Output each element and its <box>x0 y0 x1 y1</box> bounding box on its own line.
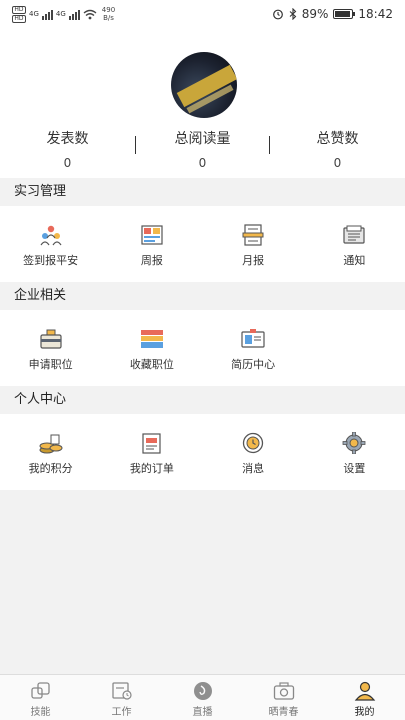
menu-item-label: 收藏职位 <box>129 358 174 371</box>
wifi-icon <box>83 9 97 19</box>
section-title-personal: 个人中心 <box>0 386 405 414</box>
menu-item-saved-jobs[interactable]: 收藏职位 <box>101 310 202 386</box>
tab-mine[interactable]: 我的 <box>324 675 405 720</box>
menu-item-orders[interactable]: 我的订单 <box>101 414 202 490</box>
menu-item-label: 通知 <box>343 254 366 267</box>
section-title-internship: 实习管理 <box>0 178 405 206</box>
clock: 18:42 <box>358 7 393 21</box>
internship-grid: 签到报平安 周报 月报 通知 <box>0 206 405 282</box>
hd-icon: HD HD <box>12 5 26 23</box>
menu-item-label: 消息 <box>242 462 265 475</box>
avatar[interactable] <box>171 52 237 118</box>
live-icon <box>193 682 212 700</box>
menu-item-resume-center[interactable]: 简历中心 <box>203 310 304 386</box>
message-icon <box>242 432 264 454</box>
status-bar: HD HD 4G 4G 490 B/s 89% 18:42 <box>0 0 405 28</box>
menu-item-label: 设置 <box>343 462 366 475</box>
tab-label: 直播 <box>192 707 213 718</box>
menu-item-label: 周报 <box>140 254 163 267</box>
network-type: 4G <box>29 10 39 18</box>
menu-item-label: 签到报平安 <box>23 254 79 267</box>
signal-icon <box>68 9 80 20</box>
tab-live[interactable]: 直播 <box>162 675 243 720</box>
bottom-tab-bar: 技能 工作 直播 晒青春 我的 <box>0 674 405 720</box>
briefcase-icon <box>40 329 62 349</box>
stat-label: 发表数 <box>46 131 89 147</box>
notice-icon <box>343 225 365 244</box>
net-speed-value: 490 <box>101 6 116 14</box>
signal-icon <box>41 9 53 20</box>
stat-reads[interactable]: 总阅读量 0 <box>135 128 270 170</box>
work-icon <box>111 682 132 700</box>
weekly-report-icon <box>141 225 163 245</box>
skill-icon <box>30 682 50 699</box>
menu-item-weekly-report[interactable]: 周报 <box>101 206 202 282</box>
gear-icon <box>342 432 366 454</box>
stats-row: 发表数 0 总阅读量 0 总赞数 0 <box>0 128 405 170</box>
hd-label: HD <box>12 5 26 14</box>
network-type: 4G <box>55 10 66 18</box>
stat-value: 0 <box>198 156 207 170</box>
stat-value: 0 <box>63 156 72 170</box>
stat-posts[interactable]: 发表数 0 <box>0 128 135 170</box>
menu-item-label: 月报 <box>242 254 265 267</box>
hd-label: HD <box>12 14 26 23</box>
tab-label: 工作 <box>111 707 132 718</box>
personal-grid: 我的积分 我的订单 消息 设置 <box>0 414 405 490</box>
stack-books-icon <box>140 330 163 348</box>
my-page: HD HD 4G 4G 490 B/s 89% 18:42 发表数 0 总阅读量… <box>0 0 405 720</box>
coins-icon <box>39 434 63 454</box>
section-title-company: 企业相关 <box>0 282 405 310</box>
menu-item-label: 申请职位 <box>28 358 73 371</box>
stat-divider <box>269 136 270 154</box>
menu-item-notice[interactable]: 通知 <box>304 206 405 282</box>
profile-header: 发表数 0 总阅读量 0 总赞数 0 <box>0 28 405 178</box>
menu-item-apply-job[interactable]: 申请职位 <box>0 310 101 386</box>
menu-item-settings[interactable]: 设置 <box>304 414 405 490</box>
tab-label: 技能 <box>30 707 51 718</box>
stat-value: 0 <box>333 156 342 170</box>
tab-work[interactable]: 工作 <box>81 675 162 720</box>
id-card-icon <box>241 329 265 348</box>
menu-item-messages[interactable]: 消息 <box>203 414 304 490</box>
camera-icon <box>273 682 294 700</box>
stat-label: 总赞数 <box>316 131 359 147</box>
menu-item-points[interactable]: 我的积分 <box>0 414 101 490</box>
menu-item-check-in[interactable]: 签到报平安 <box>0 206 101 282</box>
tab-share-youth[interactable]: 晒青春 <box>243 675 324 720</box>
order-icon <box>142 433 161 454</box>
battery-icon <box>333 9 356 19</box>
tab-label: 晒青春 <box>268 707 299 718</box>
company-grid: 申请职位 收藏职位 简历中心 <box>0 310 405 386</box>
net-speed-unit: B/s <box>103 14 114 22</box>
net-speed: 490 B/s <box>102 6 115 22</box>
tab-skills[interactable]: 技能 <box>0 675 81 720</box>
bluetooth-icon <box>289 8 297 20</box>
stat-divider <box>135 136 136 154</box>
menu-item-label: 我的积分 <box>28 462 73 475</box>
status-right: 89% 18:42 <box>272 7 393 21</box>
status-left: HD HD 4G 4G 490 B/s <box>12 5 115 23</box>
monthly-report-icon <box>242 224 264 246</box>
tab-label: 我的 <box>354 707 375 718</box>
menu-item-monthly-report[interactable]: 月报 <box>203 206 304 282</box>
user-icon <box>354 681 375 701</box>
people-check-icon <box>40 225 62 246</box>
battery-percent: 89% <box>301 7 329 21</box>
alarm-icon <box>272 9 283 20</box>
stat-label: 总阅读量 <box>174 131 231 147</box>
stat-likes[interactable]: 总赞数 0 <box>270 128 405 170</box>
menu-item-label: 简历中心 <box>231 358 276 371</box>
menu-item-label: 我的订单 <box>129 462 174 475</box>
